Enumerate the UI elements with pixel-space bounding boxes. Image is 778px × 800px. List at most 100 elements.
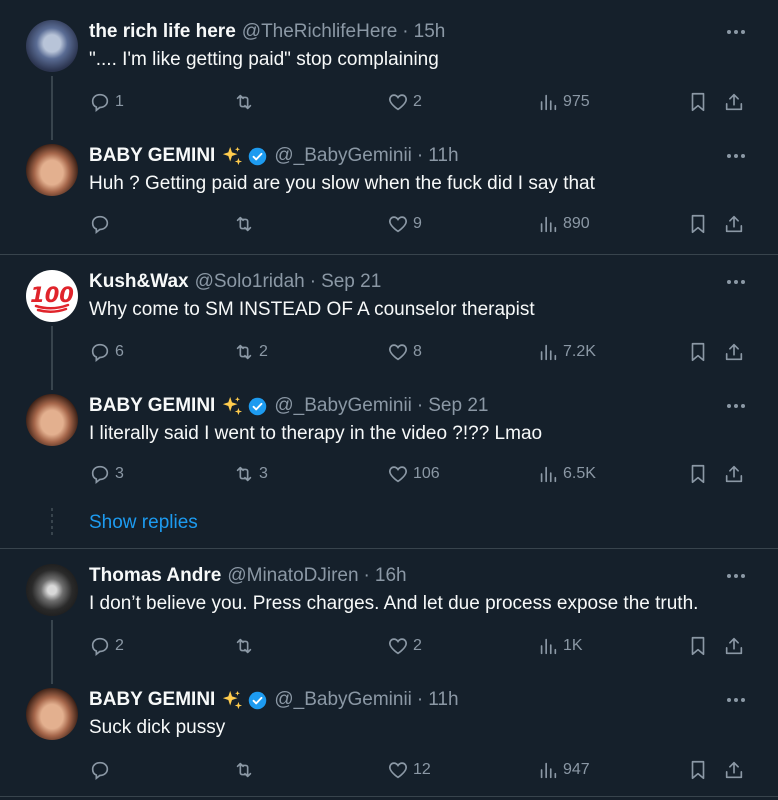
share-icon — [725, 343, 743, 361]
author-handle[interactable]: @MinatoDJiren — [227, 565, 358, 587]
timestamp[interactable]: Sep 21 — [321, 271, 381, 293]
avatar[interactable] — [26, 564, 78, 616]
tweet[interactable]: BABY GEMINI @_BabyGeminii · Sep 21 I lit… — [0, 394, 778, 494]
reply-button[interactable]: 6 — [89, 340, 124, 364]
retweet-button[interactable] — [233, 212, 259, 236]
bookmark-button[interactable] — [687, 758, 709, 782]
timestamp[interactable]: 15h — [414, 21, 446, 43]
share-button[interactable] — [723, 634, 745, 658]
tweet-header: BABY GEMINI @_BabyGeminii · 11h — [89, 688, 459, 712]
author-name[interactable]: BABY GEMINI — [89, 145, 215, 167]
author-handle[interactable]: @_BabyGeminii — [274, 689, 412, 711]
views-button[interactable]: 1K — [537, 634, 583, 658]
bookmark-button[interactable] — [687, 634, 709, 658]
avatar[interactable] — [26, 144, 78, 196]
verified-badge-icon[interactable] — [247, 396, 268, 417]
author-handle[interactable]: @TheRichlifeHere — [242, 21, 398, 43]
bookmark-button[interactable] — [687, 462, 709, 486]
author-name[interactable]: Kush&Wax — [89, 271, 189, 293]
tweet-text: Huh ? Getting paid are you slow when the… — [89, 173, 595, 194]
reply-count: 3 — [115, 465, 124, 482]
verified-badge-icon[interactable] — [247, 690, 268, 711]
retweet-icon — [236, 638, 252, 654]
verified-badge-icon[interactable] — [247, 146, 268, 167]
tweet[interactable]: BABY GEMINI @_BabyGeminii · 11h Huh ? Ge… — [0, 144, 778, 244]
reply-icon — [91, 465, 109, 484]
tweet[interactable]: the rich life here @TheRichlifeHere · 15… — [0, 20, 778, 120]
share-button[interactable] — [723, 340, 745, 364]
reply-count: 6 — [115, 343, 124, 360]
retweet-button[interactable]: 3 — [233, 462, 268, 486]
share-button[interactable] — [723, 212, 745, 236]
separator-dot: · — [402, 21, 409, 42]
timestamp[interactable]: Sep 21 — [428, 395, 488, 417]
more-icon[interactable] — [724, 144, 748, 168]
timestamp[interactable]: 11h — [428, 145, 458, 167]
more-icon[interactable] — [724, 20, 748, 44]
like-button[interactable]: 106 — [387, 462, 440, 486]
tweet-text: Suck dick pussy — [89, 717, 226, 738]
avatar[interactable]: 100 — [26, 270, 78, 322]
author-name[interactable]: Thomas Andre — [89, 565, 221, 587]
more-icon[interactable] — [724, 394, 748, 418]
like-button[interactable]: 8 — [387, 340, 422, 364]
timestamp[interactable]: 11h — [428, 689, 458, 711]
separator-dot: · — [416, 395, 424, 416]
share-button[interactable] — [723, 462, 745, 486]
share-icon — [725, 637, 743, 655]
author-name[interactable]: BABY GEMINI — [89, 689, 215, 711]
reply-button[interactable]: 2 — [89, 634, 124, 658]
avatar[interactable] — [26, 688, 78, 740]
bookmark-icon — [691, 760, 705, 780]
author-name[interactable]: the rich life here — [89, 21, 236, 43]
bookmark-button[interactable] — [687, 340, 709, 364]
tweet[interactable]: BABY GEMINI @_BabyGeminii · 11h Suck dic… — [0, 688, 778, 788]
tweet-text: Why come to SM INSTEAD OF A counselor th… — [89, 299, 535, 320]
like-count: 8 — [413, 343, 422, 360]
reply-button[interactable] — [89, 758, 115, 782]
avatar[interactable] — [26, 20, 78, 72]
like-button[interactable]: 12 — [387, 758, 431, 782]
like-button[interactable]: 9 — [387, 212, 422, 236]
views-icon — [540, 466, 557, 483]
avatar[interactable] — [26, 394, 78, 446]
reply-button[interactable]: 3 — [89, 462, 124, 486]
views-button[interactable]: 7.2K — [537, 340, 596, 364]
tweet[interactable]: Thomas Andre @MinatoDJiren · 16h I don’t… — [0, 564, 778, 664]
retweet-button[interactable] — [233, 90, 259, 114]
views-button[interactable]: 6.5K — [537, 462, 596, 486]
views-button[interactable]: 975 — [537, 90, 590, 114]
tweet-actions: 12 947 — [89, 758, 749, 782]
tweet[interactable]: 100 Kush&Wax @Solo1ridah · Sep 21 Why co… — [0, 270, 778, 370]
share-button[interactable] — [723, 90, 745, 114]
like-button[interactable]: 2 — [387, 634, 422, 658]
bookmark-icon — [691, 214, 705, 234]
author-handle[interactable]: @Solo1ridah — [195, 271, 305, 293]
sparkles-icon — [221, 395, 243, 417]
author-handle[interactable]: @_BabyGeminii — [274, 395, 412, 417]
views-button[interactable]: 890 — [537, 212, 590, 236]
retweet-button[interactable] — [233, 758, 259, 782]
retweet-count: 3 — [259, 465, 268, 482]
author-name[interactable]: BABY GEMINI — [89, 395, 215, 417]
retweet-button[interactable]: 2 — [233, 340, 268, 364]
bookmark-icon — [691, 464, 705, 484]
reply-button[interactable] — [89, 212, 115, 236]
share-button[interactable] — [723, 758, 745, 782]
tweet-actions: 2 2 1K — [89, 634, 749, 658]
retweet-icon — [236, 762, 252, 778]
reply-button[interactable]: 1 — [89, 90, 124, 114]
more-icon[interactable] — [724, 688, 748, 712]
like-button[interactable]: 2 — [387, 90, 422, 114]
bookmark-button[interactable] — [687, 212, 709, 236]
author-handle[interactable]: @_BabyGeminii — [274, 145, 412, 167]
retweet-button[interactable] — [233, 634, 259, 658]
show-replies-link[interactable]: Show replies — [89, 512, 198, 534]
views-icon — [540, 94, 557, 111]
more-icon[interactable] — [724, 564, 748, 588]
timestamp[interactable]: 16h — [375, 565, 407, 587]
more-icon[interactable] — [724, 270, 748, 294]
views-button[interactable]: 947 — [537, 758, 590, 782]
bookmark-button[interactable] — [687, 90, 709, 114]
bookmark-icon — [691, 342, 705, 362]
